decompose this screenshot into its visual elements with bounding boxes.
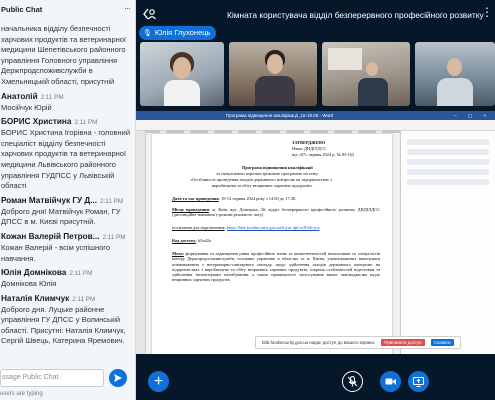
doc-dates: Дата та час проведення: 10-12 червня 202… (172, 196, 297, 201)
doc-approved: ЗАТВЕРДЖЕНО (292, 140, 326, 145)
user-list-icon[interactable] (142, 6, 158, 22)
word-ribbon (136, 120, 495, 133)
doc-approved-by: Наказ ДНДІЛДСС (292, 146, 327, 151)
chat-message: Наталія Климчук 2:11 PM Доброго дня. Луць… (0, 294, 135, 347)
microphone-icon: 🎙 (143, 30, 152, 37)
window-title: Програма підвищення кваліфікації_15-19.0… (226, 113, 333, 118)
message-time: 2:11 PM (102, 233, 126, 241)
screen-share-view: Програма підвищення кваліфікації_15-19.0… (136, 111, 495, 354)
window-controls: – ▢ × (454, 113, 491, 118)
chat-message: Анатолій 2:11 PM Мосійчук Юрій (0, 92, 135, 114)
chat-message: Роман Матвійчук ГУ Д... 2:11 PM Доброго д… (0, 196, 135, 228)
chat-title: Public Chat (1, 5, 43, 14)
meeting-main-area: Кімната користувача відділ безперервного… (136, 0, 495, 400)
message-text: начальника відділу безпечності харчових … (1, 24, 127, 86)
top-bar: Кімната користувача відділ безперервного… (136, 0, 495, 28)
nav-item[interactable] (407, 139, 489, 145)
screen-share-button[interactable] (408, 371, 429, 392)
plus-icon[interactable]: + (148, 371, 169, 392)
doc-program-sub: «Особливості проведення заходів державно… (190, 177, 332, 182)
doc-program-sub: виробництва та обігу вторинних харчових … (212, 183, 313, 188)
message-text: Доброго дня. Луцьке районне управління Г… (1, 304, 126, 346)
send-icon (114, 374, 122, 382)
bottom-controls: + (136, 354, 495, 400)
more-dots-icon[interactable]: ··· (124, 3, 131, 13)
message-time: 2:11 PM (40, 93, 64, 101)
participant-body (164, 80, 200, 106)
public-chat-panel: Public Chat ··· начальника відділу безпе… (0, 0, 136, 400)
hide-notice-button[interactable]: Сховати (430, 339, 454, 346)
participant-body (358, 78, 388, 106)
message-text: Домнікова Юлія (1, 279, 57, 289)
message-author: БОРИС Христина (1, 117, 72, 127)
room-title: Кімната користувача відділ безперервного… (227, 10, 484, 20)
doc-program-sub: за спеціальною короткостроковою програмо… (216, 171, 319, 176)
camera-button[interactable] (380, 371, 401, 392)
message-author: Наталія Климчук (1, 293, 70, 303)
message-time: 2:11 PM (100, 197, 124, 205)
chat-message: БОРИС Христина 2:11 PM БОРИС Христина Іго… (0, 117, 135, 192)
participant-face (267, 54, 283, 74)
message-time: 2:11 PM (69, 270, 93, 278)
doc-program-title: Програма підвищення кваліфікації (242, 165, 313, 170)
message-time: 2:11 PM (72, 295, 96, 303)
webcam-strip (140, 42, 495, 106)
participant-face (366, 62, 378, 76)
chat-message: Юлія Домнікова 2:11 PM Домнікова Юлія (0, 268, 135, 290)
message-text: Кожан Валерій - всім успішного навчання. (1, 242, 111, 263)
chat-message-input[interactable]: ssage Public Chat (0, 369, 104, 387)
nav-item[interactable] (407, 149, 489, 155)
participant-face (447, 58, 462, 76)
doc-venue: Місце проведення: м. Київ, вул. Донецька… (172, 207, 380, 218)
message-author: Кожан Валерій Петров... (1, 231, 100, 241)
presenter-name: Юлія Глухонець (154, 28, 211, 37)
word-title-bar: Програма підвищення кваліфікації_15-19.0… (136, 111, 495, 120)
vertical-dots-icon[interactable]: ⋮ (481, 6, 493, 18)
screen-share-icon (412, 376, 425, 388)
message-author: Юлія Домнікова (1, 268, 67, 278)
microphone-muted-icon (347, 375, 358, 387)
webcam-tile[interactable] (322, 42, 410, 106)
message-text: Доброго дня! Матвійчук Роман, ГУ ДПСС в … (1, 206, 121, 227)
doc-access-code: Код доступу: h5u42a (172, 238, 211, 243)
webcam-tile[interactable] (229, 42, 317, 106)
participant-body (255, 76, 295, 106)
doc-approved-date: від «07» червня 2024 р. № 85-ОД (292, 152, 354, 157)
doc-goal: Мета: формування та підвищення рівня про… (172, 251, 380, 283)
chat-message: начальника відділу безпечності харчових … (0, 24, 135, 88)
message-text: Мосійчук Юрій (1, 102, 52, 112)
nav-item[interactable] (407, 169, 489, 175)
document-page: ЗАТВЕРДЖЕНО Наказ ДНДІЛДСС від «07» черв… (152, 134, 392, 354)
nav-item[interactable] (407, 179, 489, 185)
vertical-ruler (136, 131, 146, 354)
doc-conference-link: посилання для підключення: https://bbb.f… (172, 225, 320, 230)
send-message-button[interactable] (109, 369, 127, 387)
participant-body (437, 78, 473, 106)
message-time: 2:11 PM (74, 119, 98, 127)
conference-link[interactable]: https://bbb.foodsecurity.gov.ua/b/yar-4p… (227, 225, 320, 230)
typing-indicator: users are typing (0, 391, 43, 397)
navigation-pane (400, 131, 495, 354)
presenter-badge: 🎙 Юлія Глухонець (139, 26, 217, 40)
webcam-tile[interactable] (415, 42, 495, 106)
chat-message: Кожан Валерій Петров... 2:11 PM Кожан Вал… (0, 232, 135, 264)
sharing-notice-text: bbb.foodsecurity.gov.ua надає доступ до … (262, 340, 375, 345)
message-author: Роман Матвійчук ГУ Д... (1, 195, 98, 205)
camera-icon (385, 378, 396, 385)
background-window (328, 48, 362, 70)
nav-item[interactable] (407, 159, 489, 165)
chat-messages: начальника відділу безпечності харчових … (0, 24, 135, 351)
mute-button[interactable] (342, 371, 363, 392)
message-text: БОРИС Христина Ігорівна - головний спеці… (1, 128, 131, 191)
message-author: Анатолій (1, 91, 38, 101)
webcam-tile[interactable] (140, 42, 224, 106)
stop-sharing-button[interactable]: Припинити доступ (381, 339, 425, 346)
participant-face (173, 57, 191, 79)
screen-sharing-notice: bbb.foodsecurity.gov.ua надає доступ до … (255, 336, 461, 349)
